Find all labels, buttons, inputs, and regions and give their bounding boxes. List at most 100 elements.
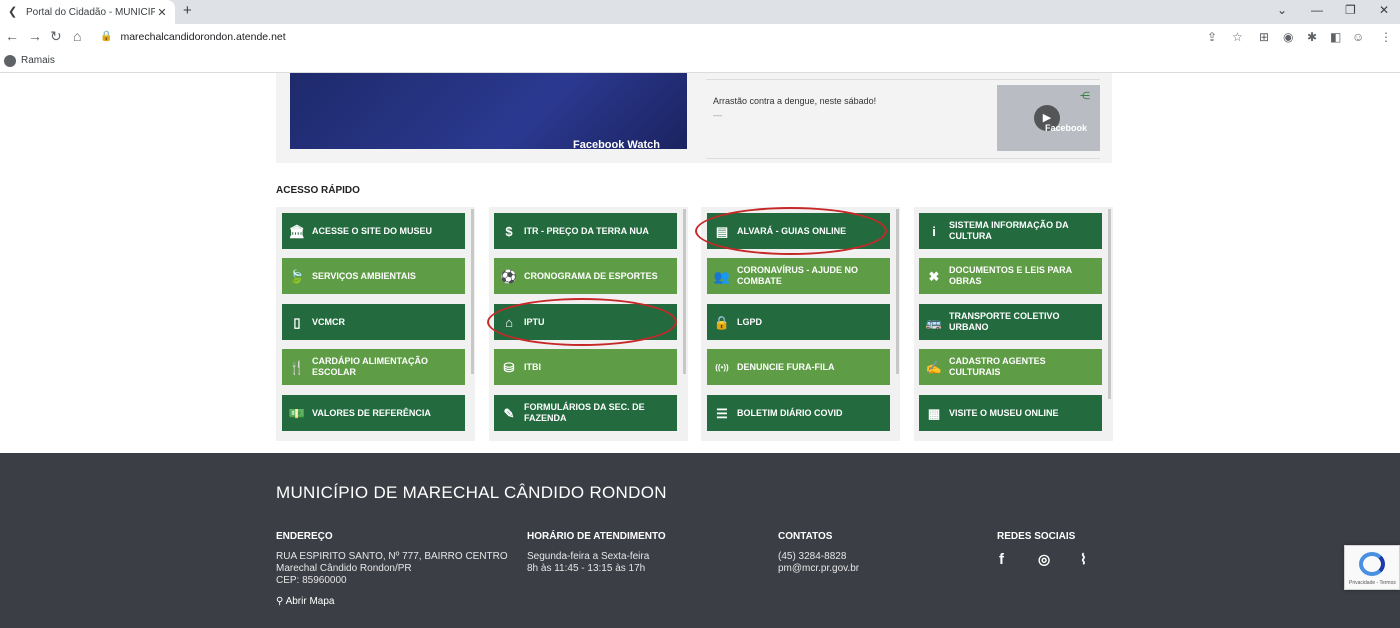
open-map-label[interactable]: Abrir Mapa [286, 596, 335, 607]
bus-icon: 🚌 [925, 314, 943, 330]
quick-link-button[interactable]: ✍ CADASTRO AGENTES CULTURAIS [919, 349, 1102, 385]
quick-link-button[interactable]: 🏛 ACESSE O SITE DO MUSEU [282, 213, 465, 249]
quick-link-button[interactable]: 👥 CORONAVÍRUS - AJUDE NO COMBATE [707, 258, 890, 294]
leaf-icon: 🍃 [288, 268, 306, 284]
mobile-icon: ▯ [293, 314, 301, 330]
column-3-scrollbar[interactable] [896, 209, 899, 374]
sidepanel-icon[interactable]: ◧ [1330, 30, 1341, 44]
broadcast-icon: ((•)) [715, 362, 729, 372]
quick-link-button[interactable]: 🍃 SERVIÇOS AMBIENTAIS [282, 258, 465, 294]
quick-link-label: ACESSE O SITE DO MUSEU [312, 225, 433, 236]
reload-icon[interactable]: ↻ [50, 28, 62, 45]
globe-icon [4, 54, 16, 67]
column-2-scrollbar[interactable] [683, 209, 686, 374]
browser-tab[interactable]: ❮ Portal do Cidadão - MUNICÍPIO DE ✕ [0, 0, 175, 24]
back-arrow-icon[interactable]: ← [5, 28, 19, 44]
address-line-1: RUA ESPIRITO SANTO, Nº 777, BAIRRO CENTR… [276, 551, 508, 562]
restore-button[interactable]: ❐ [1345, 3, 1356, 17]
quick-link-label: DOCUMENTOS E LEIS PARA OBRAS [949, 265, 1072, 286]
video-title[interactable]: Arrastão contra a dengue, neste sábado! [713, 96, 876, 106]
quick-link-button[interactable]: ✎ FORMULÁRIOS DA SEC. DE FAZENDA [494, 395, 677, 431]
coins-icon: ⛁ [503, 359, 515, 375]
map-marker-icon: ⚲ [276, 596, 284, 607]
video-thumbnail[interactable]: ⋲ ▶ Facebook [997, 85, 1100, 151]
recaptcha-text[interactable]: Privacidade - Termos [1349, 580, 1396, 586]
quick-link-label: FORMULÁRIOS DA SEC. DE FAZENDA [524, 402, 645, 423]
quick-link-label: CADASTRO AGENTES CULTURAIS [949, 356, 1046, 377]
instagram-icon[interactable]: ◎ [1038, 551, 1050, 568]
quick-link-button[interactable]: ⛁ ITBI [494, 349, 677, 385]
quick-link-label: SISTEMA INFORMAÇÃO DA CULTURA [949, 220, 1069, 241]
address-bar-row: ← → ↻ ⌂ 🔒 marechalcandidorondon.atende.n… [0, 24, 1400, 49]
quick-link-button[interactable]: ▦ VISITE O MUSEU ONLINE [919, 395, 1102, 431]
forward-arrow-icon[interactable]: → [28, 28, 42, 44]
quick-link-button[interactable]: ☰ BOLETIM DIÁRIO COVID [707, 395, 890, 431]
quick-link-label: CARDÁPIO ALIMENTAÇÃO ESCOLAR [312, 356, 428, 377]
money-icon: 💵 [288, 405, 306, 421]
quick-link-button[interactable]: 🚌 TRANSPORTE COLETIVO URBANO [919, 304, 1102, 340]
recaptcha-badge[interactable]: Privacidade - Termos [1344, 545, 1400, 590]
thumbnail-label: Facebook [1045, 123, 1088, 133]
bookmark-star-icon[interactable]: ☆ [1232, 30, 1243, 44]
quick-link-button[interactable]: ((•)) DENUNCIE FURA-FILA [707, 349, 890, 385]
facebook-watch-label[interactable]: Facebook Watch [573, 139, 660, 151]
address-heading: ENDEREÇO [276, 531, 333, 542]
quick-link-button[interactable]: ⚽ CRONOGRAMA DE ESPORTES [494, 258, 677, 294]
menu-icon[interactable]: ⋮ [1380, 30, 1392, 44]
quick-link-button[interactable]: 💵 VALORES DE REFERÊNCIA [282, 395, 465, 431]
facebook-icon[interactable]: f [999, 551, 1004, 568]
extension-icon[interactable]: ⊞ [1259, 30, 1269, 44]
home-icon[interactable]: ⌂ [73, 28, 81, 44]
quick-link-label: SERVIÇOS AMBIENTAIS [312, 270, 416, 281]
column-1-scrollbar[interactable] [471, 209, 474, 374]
footer-title: MUNICÍPIO DE MARECHAL CÂNDIDO RONDON [276, 483, 667, 502]
highlight-oval-iptu [487, 298, 677, 346]
building-icon: ▦ [927, 405, 941, 421]
close-tab-icon[interactable]: ✕ [155, 6, 169, 19]
pencil-icon: ✎ [503, 405, 515, 421]
camera-icon[interactable]: ◉ [1283, 30, 1293, 44]
new-tab-button[interactable]: + [183, 2, 192, 19]
lock-icon: 🔒 [100, 31, 113, 42]
recaptcha-icon [1359, 552, 1385, 576]
video-player[interactable] [290, 73, 687, 149]
bookmark-ramais[interactable]: Ramais [21, 55, 55, 66]
tab-search-icon[interactable]: ⌄ [1277, 3, 1287, 17]
phone-number[interactable]: (45) 3284-8828 [778, 551, 846, 563]
puzzle-icon[interactable]: ✱ [1307, 30, 1317, 44]
quick-link-button[interactable]: 🍴 CARDÁPIO ALIMENTAÇÃO ESCOLAR [282, 349, 465, 385]
list-icon: ☰ [716, 405, 728, 421]
quick-link-button[interactable]: 🔒 LGPD [707, 304, 890, 340]
quick-link-label: VCMCR [312, 316, 345, 327]
back-chevron-icon: ❮ [8, 6, 18, 18]
minimize-button[interactable]: — [1311, 3, 1323, 17]
info-icon: i [932, 223, 936, 239]
quick-link-label: ITR - PREÇO DA TERRA NUA [524, 225, 649, 236]
hours-line-1: Segunda-feira a Sexta-feira [527, 551, 650, 562]
quick-link-label: CORONAVÍRUS - AJUDE NO COMBATE [737, 265, 859, 286]
share-icon[interactable]: ⋲ [1080, 91, 1090, 102]
quick-link-button[interactable]: i SISTEMA INFORMAÇÃO DA CULTURA [919, 213, 1102, 249]
share-icon[interactable]: ⇪ [1207, 30, 1217, 44]
url-text: marechalcandidorondon.atende.net [120, 30, 286, 43]
tab-title: Portal do Cidadão - MUNICÍPIO DE [26, 6, 155, 18]
social-heading: REDES SOCIAIS [997, 531, 1076, 542]
quick-access-title: ACESSO RÁPIDO [276, 185, 360, 196]
rss-icon[interactable]: ⌇ [1080, 551, 1087, 568]
users-icon: 👥 [713, 268, 731, 284]
quick-link-label: VISITE O MUSEU ONLINE [949, 407, 1059, 418]
hours-heading: HORÁRIO DE ATENDIMENTO [527, 531, 666, 542]
avatar[interactable]: ☺ [1352, 30, 1364, 44]
column-4-scrollbar[interactable] [1108, 209, 1111, 399]
quick-link-button[interactable]: ✖ DOCUMENTOS E LEIS PARA OBRAS [919, 258, 1102, 294]
url-field[interactable]: 🔒 marechalcandidorondon.atende.net [100, 27, 1200, 46]
quick-link-label: DENUNCIE FURA-FILA [737, 361, 835, 372]
email-address[interactable]: pm@mcr.pr.gov.br [778, 563, 859, 575]
quick-link-label: VALORES DE REFERÊNCIA [312, 407, 431, 418]
close-window-button[interactable]: ✕ [1379, 3, 1389, 17]
quick-link-button[interactable]: ▯ VCMCR [282, 304, 465, 340]
quick-link-button[interactable]: $ ITR - PREÇO DA TERRA NUA [494, 213, 677, 249]
quick-link-label: TRANSPORTE COLETIVO URBANO [949, 311, 1060, 332]
open-map-link[interactable]: ⚲ Abrir Mapa [276, 596, 334, 608]
ball-icon: ⚽ [500, 268, 518, 284]
